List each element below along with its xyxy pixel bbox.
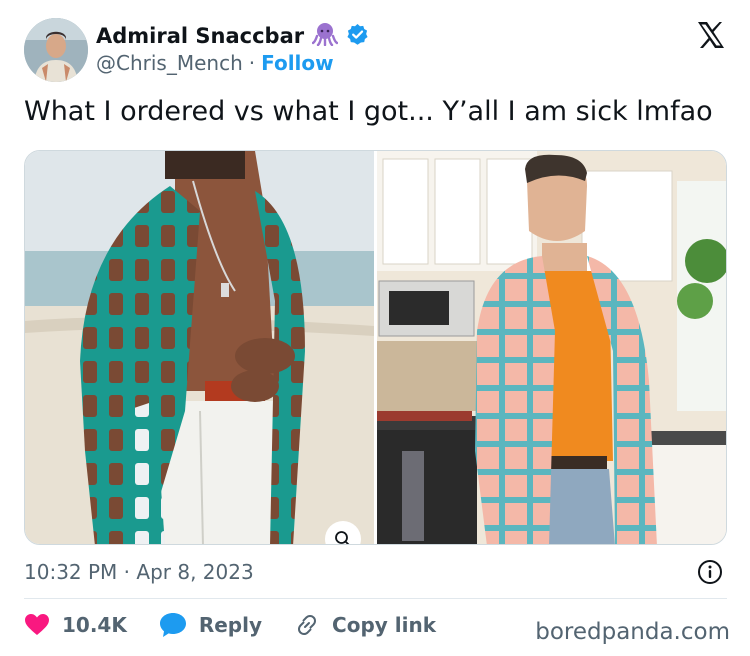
avatar[interactable] [24,18,88,82]
display-name[interactable]: Admiral Snaccbar [96,24,304,48]
info-icon[interactable] [697,559,723,585]
tweet-timestamp[interactable]: 10:32 PM · Apr 8, 2023 [24,560,254,584]
reply-button[interactable]: Reply [159,612,262,638]
speech-bubble-icon [159,613,186,637]
reply-label: Reply [198,613,263,637]
divider [24,598,727,599]
x-logo-icon[interactable] [696,20,726,50]
tweet-media[interactable] [24,150,727,545]
handle[interactable]: @Chris_Mench [96,51,243,75]
tweet-text: What I ordered vs what I got... Y’all I … [24,96,713,127]
author-name-row: Admiral Snaccbar [96,22,369,50]
like-count: 10.4K [62,613,127,637]
avatar-photo [24,18,88,82]
copy-link-label: Copy link [332,613,437,637]
magnifier-icon [335,531,350,544]
heart-icon [25,614,49,635]
octopus-icon [311,22,339,50]
photo-ordered[interactable] [25,151,374,544]
copy-link-button[interactable]: Copy link [294,612,436,638]
verified-badge-icon [346,23,369,50]
photo-received[interactable] [377,151,726,544]
like-button[interactable]: 10.4K [24,613,127,637]
watermark: boredpanda.com [535,619,730,645]
follow-button[interactable]: Follow [261,51,334,75]
action-bar: 10.4K Reply Copy link [24,612,468,638]
separator-dot: · [248,51,256,75]
handle-row: @Chris_Mench · Follow [96,51,334,75]
link-icon [298,614,317,636]
